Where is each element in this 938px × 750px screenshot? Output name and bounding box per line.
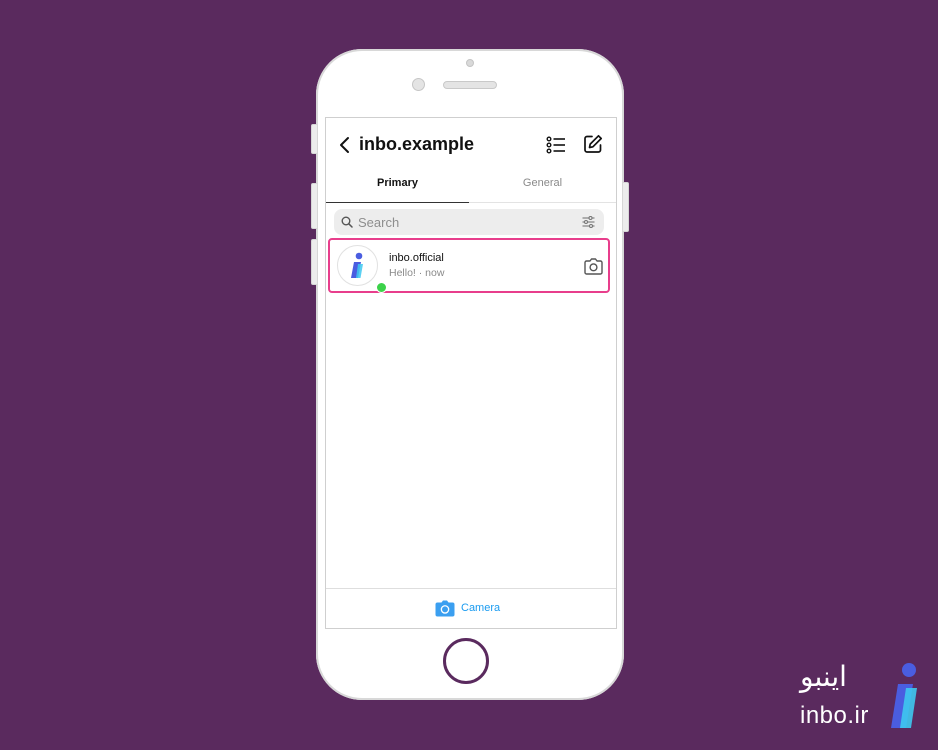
chat-preview: Hello! · now [389,267,445,279]
camera-label: Camera [461,602,501,614]
bottom-bar: Camera [326,588,616,628]
brand-watermark: اینبو inbo.ir [796,660,936,740]
tab-general[interactable]: General [469,172,616,202]
earpiece-speaker [443,81,497,89]
volume-down-button [311,239,318,285]
tab-bar: Primary General [326,172,616,203]
brand-domain: inbo.ir [800,702,869,729]
tab-primary[interactable]: Primary [326,172,469,203]
search-icon [341,216,353,228]
edit-icon[interactable] [583,134,603,154]
camera-icon [435,600,455,616]
power-button [622,182,629,232]
app-screen: inbo.example Primary General Search inbo… [325,117,617,629]
camera-button[interactable]: Camera [435,598,500,618]
volume-up-button [311,183,318,229]
front-camera [412,78,425,91]
app-header: inbo.example [326,118,616,172]
chevron-left-icon[interactable] [338,135,352,155]
list-icon[interactable] [546,135,566,155]
chat-name: inbo.official [389,252,444,264]
chat-list-item[interactable]: inbo.official Hello! · now [328,238,610,293]
phone-frame: inbo.example Primary General Search inbo… [311,49,629,700]
page-title: inbo.example [359,134,475,154]
inbo-logo-icon [891,663,917,728]
camera-icon[interactable] [584,258,603,275]
filter-icon[interactable] [582,216,595,228]
online-status-dot [376,282,387,293]
inbo-logo-icon [351,252,363,278]
mute-switch [311,124,318,154]
brand-name-fa: اینبو [800,660,847,693]
home-button[interactable] [443,638,489,684]
proximity-sensor [466,59,474,67]
search-input[interactable] [358,213,578,231]
avatar[interactable] [337,245,387,293]
search-bar[interactable] [334,209,604,235]
